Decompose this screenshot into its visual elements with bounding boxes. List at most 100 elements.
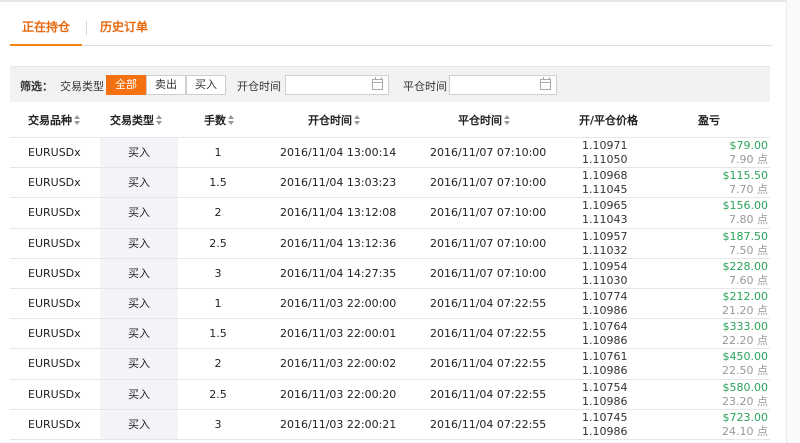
points-cell: 7.70 点	[729, 183, 768, 197]
symbol-cell: EURUSDx	[28, 176, 81, 190]
symbol-cell: EURUSDx	[28, 327, 81, 341]
table-row[interactable]: EURUSDx 买入 1.5 2016/11/04 13:03:23 2016/11/0…	[10, 168, 770, 199]
open-time-cell: 2016/11/04 13:12:36	[280, 236, 397, 250]
table-row[interactable]: EURUSDx 买入 2 2016/11/03 22:00:02 2016/11/04 …	[10, 349, 770, 380]
points-cell: 21.20 点	[722, 303, 768, 317]
col-type-header[interactable]: 交易类型	[110, 104, 163, 138]
type-cell: 买入	[128, 146, 150, 159]
symbol-cell: EURUSDx	[28, 387, 81, 401]
open-time-cell: 2016/11/04 13:03:23	[280, 176, 397, 190]
close-time-cell: 2016/11/07 07:10:00	[430, 176, 547, 190]
open-time-cell: 2016/11/04 14:27:35	[280, 266, 397, 280]
lots-cell: 1	[214, 146, 222, 159]
calendar-icon[interactable]	[540, 77, 551, 90]
open-price-cell: 1.10754	[582, 380, 628, 394]
close-price-cell: 1.10986	[582, 334, 628, 348]
col-open-time-header[interactable]: 开仓时间	[308, 104, 361, 138]
close-time-cell: 2016/11/04 07:22:55	[430, 357, 547, 371]
close-time-cell: 2016/11/07 07:10:00	[430, 236, 547, 250]
profit-cell: $79.00	[729, 139, 769, 152]
symbol-cell: EURUSDx	[28, 266, 81, 280]
close-price-cell: 1.11043	[582, 213, 628, 227]
open-price-cell: 1.10957	[582, 229, 628, 243]
orders-table: 交易品种 交易类型 手数 开仓时间 平仓时间 开/平仓价格 盈亏 EURUSDx…	[10, 104, 770, 440]
close-time-label: 平仓时间	[403, 80, 447, 93]
trade-type-label: 交易类型	[60, 80, 104, 93]
symbol-cell: EURUSDx	[28, 206, 81, 220]
table-row[interactable]: EURUSDx 买入 1 2016/11/04 13:00:14 2016/11/07 …	[10, 138, 770, 169]
lots-cell: 1.5	[209, 327, 227, 341]
profit-cell: $580.00	[722, 380, 769, 394]
filter-buy-button[interactable]: 买入	[186, 75, 226, 95]
profit-cell: $187.50	[722, 229, 769, 243]
table-row[interactable]: EURUSDx 买入 1.5 2016/11/03 22:00:01 2016/11/0…	[10, 319, 770, 350]
lots-cell: 1.5	[209, 176, 227, 190]
order-tabs: 正在持仓 历史订单	[10, 10, 772, 46]
open-time-label: 开仓时间	[237, 80, 281, 93]
close-price-cell: 1.11050	[582, 153, 628, 166]
col-symbol-header[interactable]: 交易品种	[28, 104, 81, 138]
type-cell: 买入	[128, 266, 150, 280]
profit-cell: $333.00	[722, 320, 769, 334]
open-price-cell: 1.10968	[582, 169, 628, 183]
col-close-time-header[interactable]: 平仓时间	[458, 104, 511, 138]
sort-icon[interactable]	[156, 115, 163, 125]
open-price-cell: 1.10774	[582, 289, 628, 303]
close-time-cell: 2016/11/07 07:10:00	[430, 146, 547, 159]
table-body: EURUSDx 买入 1 2016/11/04 13:00:14 2016/11/07 …	[10, 138, 770, 440]
col-lots-header[interactable]: 手数	[204, 104, 235, 138]
profit-cell: $723.00	[722, 410, 769, 424]
filter-all-button[interactable]: 全部	[106, 75, 146, 95]
col-price-header: 开/平仓价格	[579, 114, 639, 127]
table-header: 交易品种 交易类型 手数 开仓时间 平仓时间 开/平仓价格 盈亏	[10, 104, 770, 138]
type-cell: 买入	[128, 236, 150, 250]
profit-cell: $115.50	[722, 169, 769, 183]
col-profit-header: 盈亏	[698, 114, 720, 127]
open-time-cell: 2016/11/03 22:00:20	[280, 387, 397, 401]
close-price-cell: 1.10986	[582, 303, 628, 317]
open-time-cell: 2016/11/03 22:00:01	[280, 327, 397, 341]
table-row[interactable]: EURUSDx 买入 3 2016/11/03 22:00:21 2016/11/04 …	[10, 409, 770, 440]
table-row[interactable]: EURUSDx 买入 2 2016/11/04 13:12:08 2016/11/07 …	[10, 198, 770, 229]
type-cell: 买入	[128, 206, 150, 220]
open-price-cell: 1.10971	[582, 139, 628, 152]
sort-icon[interactable]	[228, 115, 235, 125]
points-cell: 22.20 点	[722, 334, 768, 348]
close-price-cell: 1.10986	[582, 394, 628, 408]
sort-icon[interactable]	[74, 115, 81, 125]
table-row[interactable]: EURUSDx 买入 1 2016/11/03 22:00:00 2016/11/04 …	[10, 288, 770, 320]
tab-open-positions[interactable]: 正在持仓	[10, 10, 82, 46]
open-price-cell: 1.10745	[582, 410, 628, 424]
close-time-cell: 2016/11/04 07:22:55	[430, 296, 547, 310]
profit-cell: $450.00	[722, 350, 769, 364]
sort-icon[interactable]	[504, 115, 511, 125]
sort-icon[interactable]	[354, 115, 361, 125]
points-cell: 23.20 点	[722, 394, 768, 408]
close-time-cell: 2016/11/07 07:10:00	[430, 206, 547, 220]
lots-cell: 3	[214, 417, 222, 431]
type-cell: 买入	[128, 357, 150, 371]
close-price-cell: 1.11032	[582, 243, 628, 257]
table-row[interactable]: EURUSDx 买入 2.5 2016/11/03 22:00:20 2016/11/0…	[10, 379, 770, 410]
symbol-cell: EURUSDx	[28, 296, 81, 310]
symbol-cell: EURUSDx	[28, 146, 81, 159]
filter-sell-button[interactable]: 卖出	[146, 75, 186, 95]
close-price-cell: 1.11030	[582, 273, 628, 287]
profit-cell: $212.00	[722, 289, 769, 303]
open-time-cell: 2016/11/04 13:12:08	[280, 206, 397, 220]
scrollbar[interactable]	[786, 0, 800, 443]
profit-cell: $156.00	[722, 199, 769, 213]
tab-order-history[interactable]: 历史订单	[88, 10, 160, 46]
type-cell: 买入	[128, 417, 150, 431]
points-cell: 7.90 点	[729, 153, 768, 166]
close-price-cell: 1.10986	[582, 364, 628, 378]
close-price-cell: 1.10986	[582, 424, 628, 438]
points-cell: 24.10 点	[722, 424, 768, 438]
close-time-cell: 2016/11/04 07:22:55	[430, 417, 547, 431]
lots-cell: 1	[214, 296, 222, 310]
table-row[interactable]: EURUSDx 买入 2.5 2016/11/04 13:12:36 2016/11/0…	[10, 228, 770, 259]
table-row[interactable]: EURUSDx 买入 3 2016/11/04 14:27:35 2016/11/07 …	[10, 258, 770, 289]
type-cell: 买入	[128, 176, 150, 190]
calendar-icon[interactable]	[372, 77, 383, 90]
lots-cell: 2.5	[209, 387, 227, 401]
